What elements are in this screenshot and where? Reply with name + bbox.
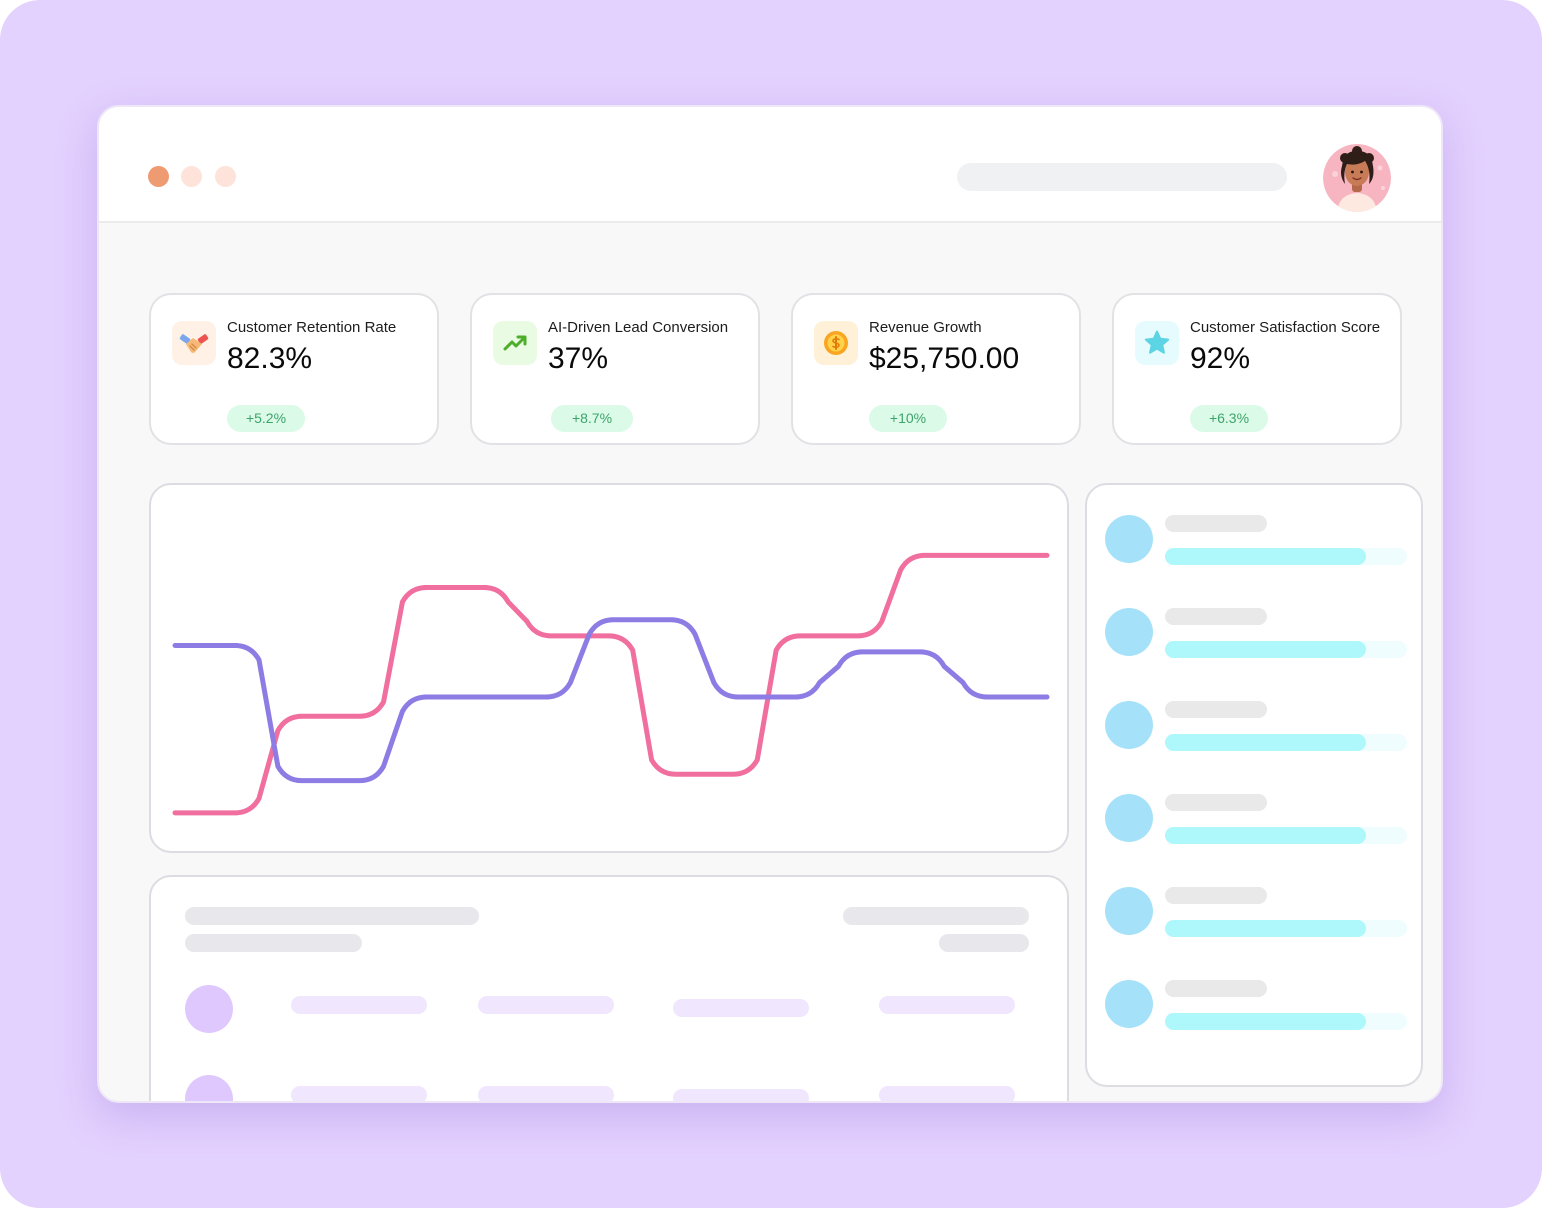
table-cell-placeholder: [291, 1086, 427, 1101]
table-row-avatar: [185, 985, 233, 1033]
table-cell-placeholder: [291, 996, 427, 1014]
kpi-card-revenue-growth[interactable]: Revenue Growth $25,750.00 +10%: [791, 293, 1081, 445]
coin-icon: [814, 321, 858, 365]
list-item-avatar: [1105, 515, 1153, 563]
chart-series-line-1: [172, 617, 1050, 784]
kpi-value: $25,750.00: [869, 342, 1020, 375]
table-cell-placeholder: [478, 1086, 614, 1101]
kpi-label: Revenue Growth: [869, 319, 982, 336]
list-item[interactable]: [1087, 701, 1421, 753]
kpi-change-badge: +8.7%: [551, 405, 633, 432]
list-item[interactable]: [1087, 887, 1421, 939]
list-item-progress-fill: [1165, 827, 1366, 844]
kpi-change-badge: +10%: [869, 405, 947, 432]
table-cell-placeholder: [673, 1089, 809, 1101]
table-cell-placeholder: [879, 1086, 1015, 1101]
activity-list-card: [1085, 483, 1423, 1087]
table-title-placeholder: [185, 907, 479, 925]
app-window: Customer Retention Rate 82.3% +5.2% AI-D…: [97, 105, 1443, 1103]
table-action-placeholder[interactable]: [843, 907, 1029, 925]
list-item-title-placeholder: [1165, 794, 1267, 811]
kpi-change-badge: +5.2%: [227, 405, 305, 432]
list-item-avatar: [1105, 887, 1153, 935]
table-subtitle-placeholder: [185, 934, 362, 952]
window-minimize-button[interactable]: [181, 166, 202, 187]
list-item[interactable]: [1087, 794, 1421, 846]
search-input[interactable]: [957, 163, 1287, 191]
list-item[interactable]: [1087, 980, 1421, 1032]
line-chart: [172, 552, 1050, 816]
window-close-button[interactable]: [148, 166, 169, 187]
user-avatar-icon: [1323, 144, 1391, 212]
list-item-progress-fill: [1165, 920, 1366, 937]
kpi-value: 82.3%: [227, 342, 313, 375]
handshake-icon: [172, 321, 216, 365]
table-meta-placeholder: [939, 934, 1029, 952]
user-avatar[interactable]: [1323, 144, 1391, 212]
kpi-value: 92%: [1190, 342, 1251, 375]
list-item-avatar: [1105, 980, 1153, 1028]
list-item[interactable]: [1087, 608, 1421, 660]
kpi-label: AI-Driven Lead Conversion: [548, 319, 729, 336]
list-item-title-placeholder: [1165, 980, 1267, 997]
kpi-card-retention[interactable]: Customer Retention Rate 82.3% +5.2%: [149, 293, 439, 445]
kpi-label: Customer Satisfaction Score: [1190, 319, 1381, 336]
table-row[interactable]: [151, 1075, 1067, 1101]
list-item[interactable]: [1087, 515, 1421, 567]
table-cell-placeholder: [673, 999, 809, 1017]
list-item-title-placeholder: [1165, 515, 1267, 532]
title-bar: [99, 107, 1441, 223]
kpi-card-lead-conversion[interactable]: AI-Driven Lead Conversion 37% +8.7%: [470, 293, 760, 445]
list-item-title-placeholder: [1165, 701, 1267, 718]
list-item-title-placeholder: [1165, 608, 1267, 625]
kpi-value: 37%: [548, 342, 609, 375]
list-item-progress-fill: [1165, 734, 1366, 751]
table-cell-placeholder: [879, 996, 1015, 1014]
list-item-title-placeholder: [1165, 887, 1267, 904]
list-item-progress-fill: [1165, 641, 1366, 658]
kpi-label: Customer Retention Rate: [227, 319, 397, 336]
list-item-avatar: [1105, 608, 1153, 656]
star-icon: [1135, 321, 1179, 365]
list-item-progress-fill: [1165, 1013, 1366, 1030]
list-item-progress-fill: [1165, 548, 1366, 565]
line-chart-card: [149, 483, 1069, 853]
window-maximize-button[interactable]: [215, 166, 236, 187]
list-item-avatar: [1105, 794, 1153, 842]
trending-up-icon: [493, 321, 537, 365]
kpi-change-badge: +6.3%: [1190, 405, 1268, 432]
data-table-card: [149, 875, 1069, 1101]
list-item-avatar: [1105, 701, 1153, 749]
table-row[interactable]: [151, 985, 1067, 1035]
chart-series-line-0: [172, 552, 1050, 816]
table-row-avatar: [185, 1075, 233, 1101]
kpi-card-satisfaction[interactable]: Customer Satisfaction Score 92% +6.3%: [1112, 293, 1402, 445]
table-cell-placeholder: [478, 996, 614, 1014]
